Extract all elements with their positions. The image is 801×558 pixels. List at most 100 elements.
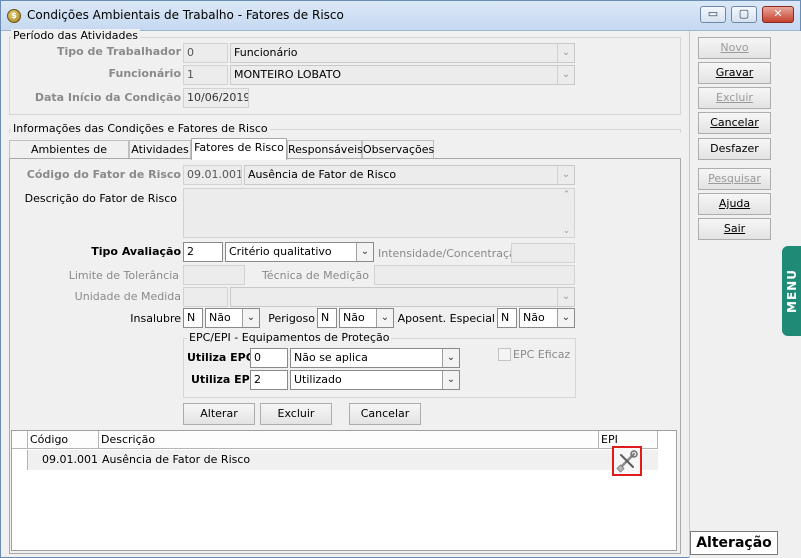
gravar-label: Gravar bbox=[715, 66, 754, 79]
tab-responsaveis[interactable]: Responsáveis bbox=[287, 140, 363, 159]
tipo-avaliacao-code[interactable]: 2 bbox=[183, 242, 223, 262]
utiliza-epi-code[interactable]: 2 bbox=[250, 370, 288, 390]
perigoso-code[interactable]: N bbox=[317, 308, 337, 328]
unidade-medida-code[interactable] bbox=[183, 287, 228, 307]
chevron-down-icon: ⌄ bbox=[562, 226, 571, 236]
insalubre-code[interactable]: N bbox=[183, 308, 203, 328]
tecnica-medicao-label: Técnica de Medição bbox=[261, 269, 369, 282]
tab-observacoes[interactable]: Observações bbox=[362, 140, 434, 159]
utiliza-epi-select[interactable]: Utilizado ⌄ bbox=[290, 370, 460, 390]
data-inicio-field[interactable]: 10/06/2019 bbox=[183, 88, 249, 108]
descricao-fator-field[interactable] bbox=[183, 188, 575, 238]
chevron-down-icon: ⌄ bbox=[557, 166, 574, 184]
aposent-especial-label: Aposent. Especial bbox=[397, 312, 495, 325]
cell-descricao: Ausência de Fator de Risco bbox=[102, 453, 251, 466]
aposent-especial-select[interactable]: Não ⌄ bbox=[519, 308, 575, 328]
close-button[interactable]: ✕ bbox=[762, 6, 794, 23]
gravar-button[interactable]: Gravar bbox=[698, 62, 771, 84]
ajuda-label: Ajuda bbox=[718, 197, 751, 210]
chevron-down-icon: ⌄ bbox=[442, 371, 459, 389]
fatores-grid: Código Descrição EPI 09.01.001 Ausência … bbox=[11, 430, 677, 551]
unidade-medida-select[interactable]: ⌄ bbox=[230, 287, 575, 307]
table-row[interactable]: 09.01.001 Ausência de Fator de Risco bbox=[12, 450, 658, 470]
sair-button[interactable]: Sair bbox=[698, 218, 771, 240]
maximize-button[interactable]: ▢ bbox=[731, 6, 757, 23]
tipo-avaliacao-label: Tipo Avaliação bbox=[91, 245, 181, 258]
epi-tools-icon[interactable] bbox=[612, 446, 642, 476]
alterar-button[interactable]: Alterar bbox=[183, 403, 255, 425]
novo-label: Novo bbox=[720, 41, 749, 54]
aposent-especial-value: Não bbox=[523, 311, 545, 324]
data-inicio-label: Data Início da Condição bbox=[34, 91, 181, 104]
epc-eficaz-checkbox[interactable] bbox=[498, 348, 511, 361]
tipo-avaliacao-select[interactable]: Critério qualitativo ⌄ bbox=[225, 242, 374, 262]
chevron-down-icon: ⌄ bbox=[356, 243, 373, 261]
tipo-trabalhador-select[interactable]: Funcionário ⌄ bbox=[230, 43, 575, 63]
row-indicator bbox=[12, 450, 28, 470]
cancelar-item-button[interactable]: Cancelar bbox=[349, 403, 421, 425]
tipo-trabalhador-code[interactable]: 0 bbox=[183, 43, 228, 63]
excluir-label: Excluir bbox=[716, 91, 753, 104]
periodo-legend: Período das Atividades bbox=[11, 29, 140, 42]
codigo-fator-value: Ausência de Fator de Risco bbox=[248, 168, 397, 181]
cancelar-label: Cancelar bbox=[710, 116, 759, 129]
aposent-especial-code[interactable]: N bbox=[497, 308, 517, 328]
chevron-down-icon: ⌄ bbox=[376, 309, 393, 327]
chevron-down-icon: ⌄ bbox=[557, 44, 574, 62]
utiliza-epc-select[interactable]: Não se aplica ⌄ bbox=[290, 348, 460, 368]
excluir-item-button[interactable]: Excluir bbox=[260, 403, 332, 425]
funcionario-value: MONTEIRO LOBATO bbox=[234, 68, 342, 81]
tools-icon bbox=[616, 450, 638, 473]
cancelar-button[interactable]: Cancelar bbox=[698, 112, 771, 134]
app-icon: $ bbox=[7, 9, 21, 23]
utiliza-epc-code[interactable]: 0 bbox=[250, 348, 288, 368]
epc-epi-legend: EPC/EPI - Equipamentos de Proteção bbox=[187, 331, 392, 344]
novo-button[interactable]: Novo bbox=[698, 37, 771, 59]
funcionario-select[interactable]: MONTEIRO LOBATO ⌄ bbox=[230, 65, 575, 85]
chevron-down-icon: ⌄ bbox=[557, 309, 574, 327]
grid-header-descricao[interactable]: Descrição bbox=[99, 431, 599, 449]
funcionario-label: Funcionário bbox=[108, 67, 181, 80]
tab-fatores-risco[interactable]: Fatores de Risco bbox=[191, 138, 287, 160]
intensidade-field[interactable] bbox=[511, 243, 575, 263]
unidade-medida-label: Unidade de Medida bbox=[74, 290, 181, 303]
descricao-fator-label: Descrição do Fator de Risco bbox=[24, 192, 177, 205]
utiliza-epi-value: Utilizado bbox=[294, 373, 342, 386]
desfazer-button[interactable]: Desfazer bbox=[698, 138, 771, 160]
status-badge: Alteração bbox=[690, 531, 778, 555]
tecnica-medicao-field[interactable] bbox=[374, 265, 575, 285]
insalubre-label: Insalubre bbox=[130, 312, 181, 325]
minimize-button[interactable]: ▭ bbox=[700, 6, 726, 23]
sair-label: Sair bbox=[723, 222, 746, 235]
tipo-trabalhador-value: Funcionário bbox=[234, 46, 298, 59]
ajuda-button[interactable]: Ajuda bbox=[698, 193, 771, 215]
perigoso-value: Não bbox=[343, 311, 365, 324]
limite-tolerancia-label: Limite de Tolerância bbox=[68, 269, 179, 282]
perigoso-select[interactable]: Não ⌄ bbox=[339, 308, 394, 328]
intensidade-label: Intensidade/Concentração bbox=[378, 247, 523, 260]
codigo-fator-select[interactable]: Ausência de Fator de Risco ⌄ bbox=[244, 165, 575, 185]
utiliza-epi-label: Utiliza EPI bbox=[191, 373, 254, 386]
excluir-button[interactable]: Excluir bbox=[698, 87, 771, 109]
insalubre-value: Não bbox=[209, 311, 231, 324]
tab-ambientes[interactable]: Ambientes de Trabalho bbox=[9, 140, 129, 173]
menu-side-tab[interactable]: MENU bbox=[782, 246, 801, 336]
grid-header-codigo[interactable]: Código bbox=[28, 431, 99, 449]
pesquisar-button[interactable]: Pesquisar bbox=[698, 168, 771, 190]
title-bar: $ Condições Ambientais de Trabalho - Fat… bbox=[1, 1, 800, 31]
descricao-scrollbar[interactable]: ⌃ ⌄ bbox=[559, 189, 574, 237]
codigo-fator-label: Código do Fator de Risco bbox=[26, 168, 181, 181]
tab-atividades[interactable]: Atividades bbox=[129, 140, 191, 159]
codigo-fator-code[interactable]: 09.01.001 bbox=[183, 165, 242, 185]
pesquisar-label: Pesquisar bbox=[708, 172, 761, 185]
tipo-trabalhador-label: Tipo de Trabalhador bbox=[56, 45, 181, 58]
chevron-down-icon: ⌄ bbox=[442, 349, 459, 367]
menu-tab-label: MENU bbox=[785, 269, 799, 313]
limite-tolerancia-field[interactable] bbox=[183, 265, 245, 285]
cell-codigo: 09.01.001 bbox=[42, 453, 98, 466]
funcionario-code[interactable]: 1 bbox=[183, 65, 228, 85]
window-title: Condições Ambientais de Trabalho - Fator… bbox=[27, 8, 344, 22]
perigoso-label: Perigoso bbox=[268, 312, 315, 325]
desfazer-label: Desfazer bbox=[710, 142, 759, 155]
epc-eficaz-label: EPC Eficaz bbox=[513, 348, 571, 361]
